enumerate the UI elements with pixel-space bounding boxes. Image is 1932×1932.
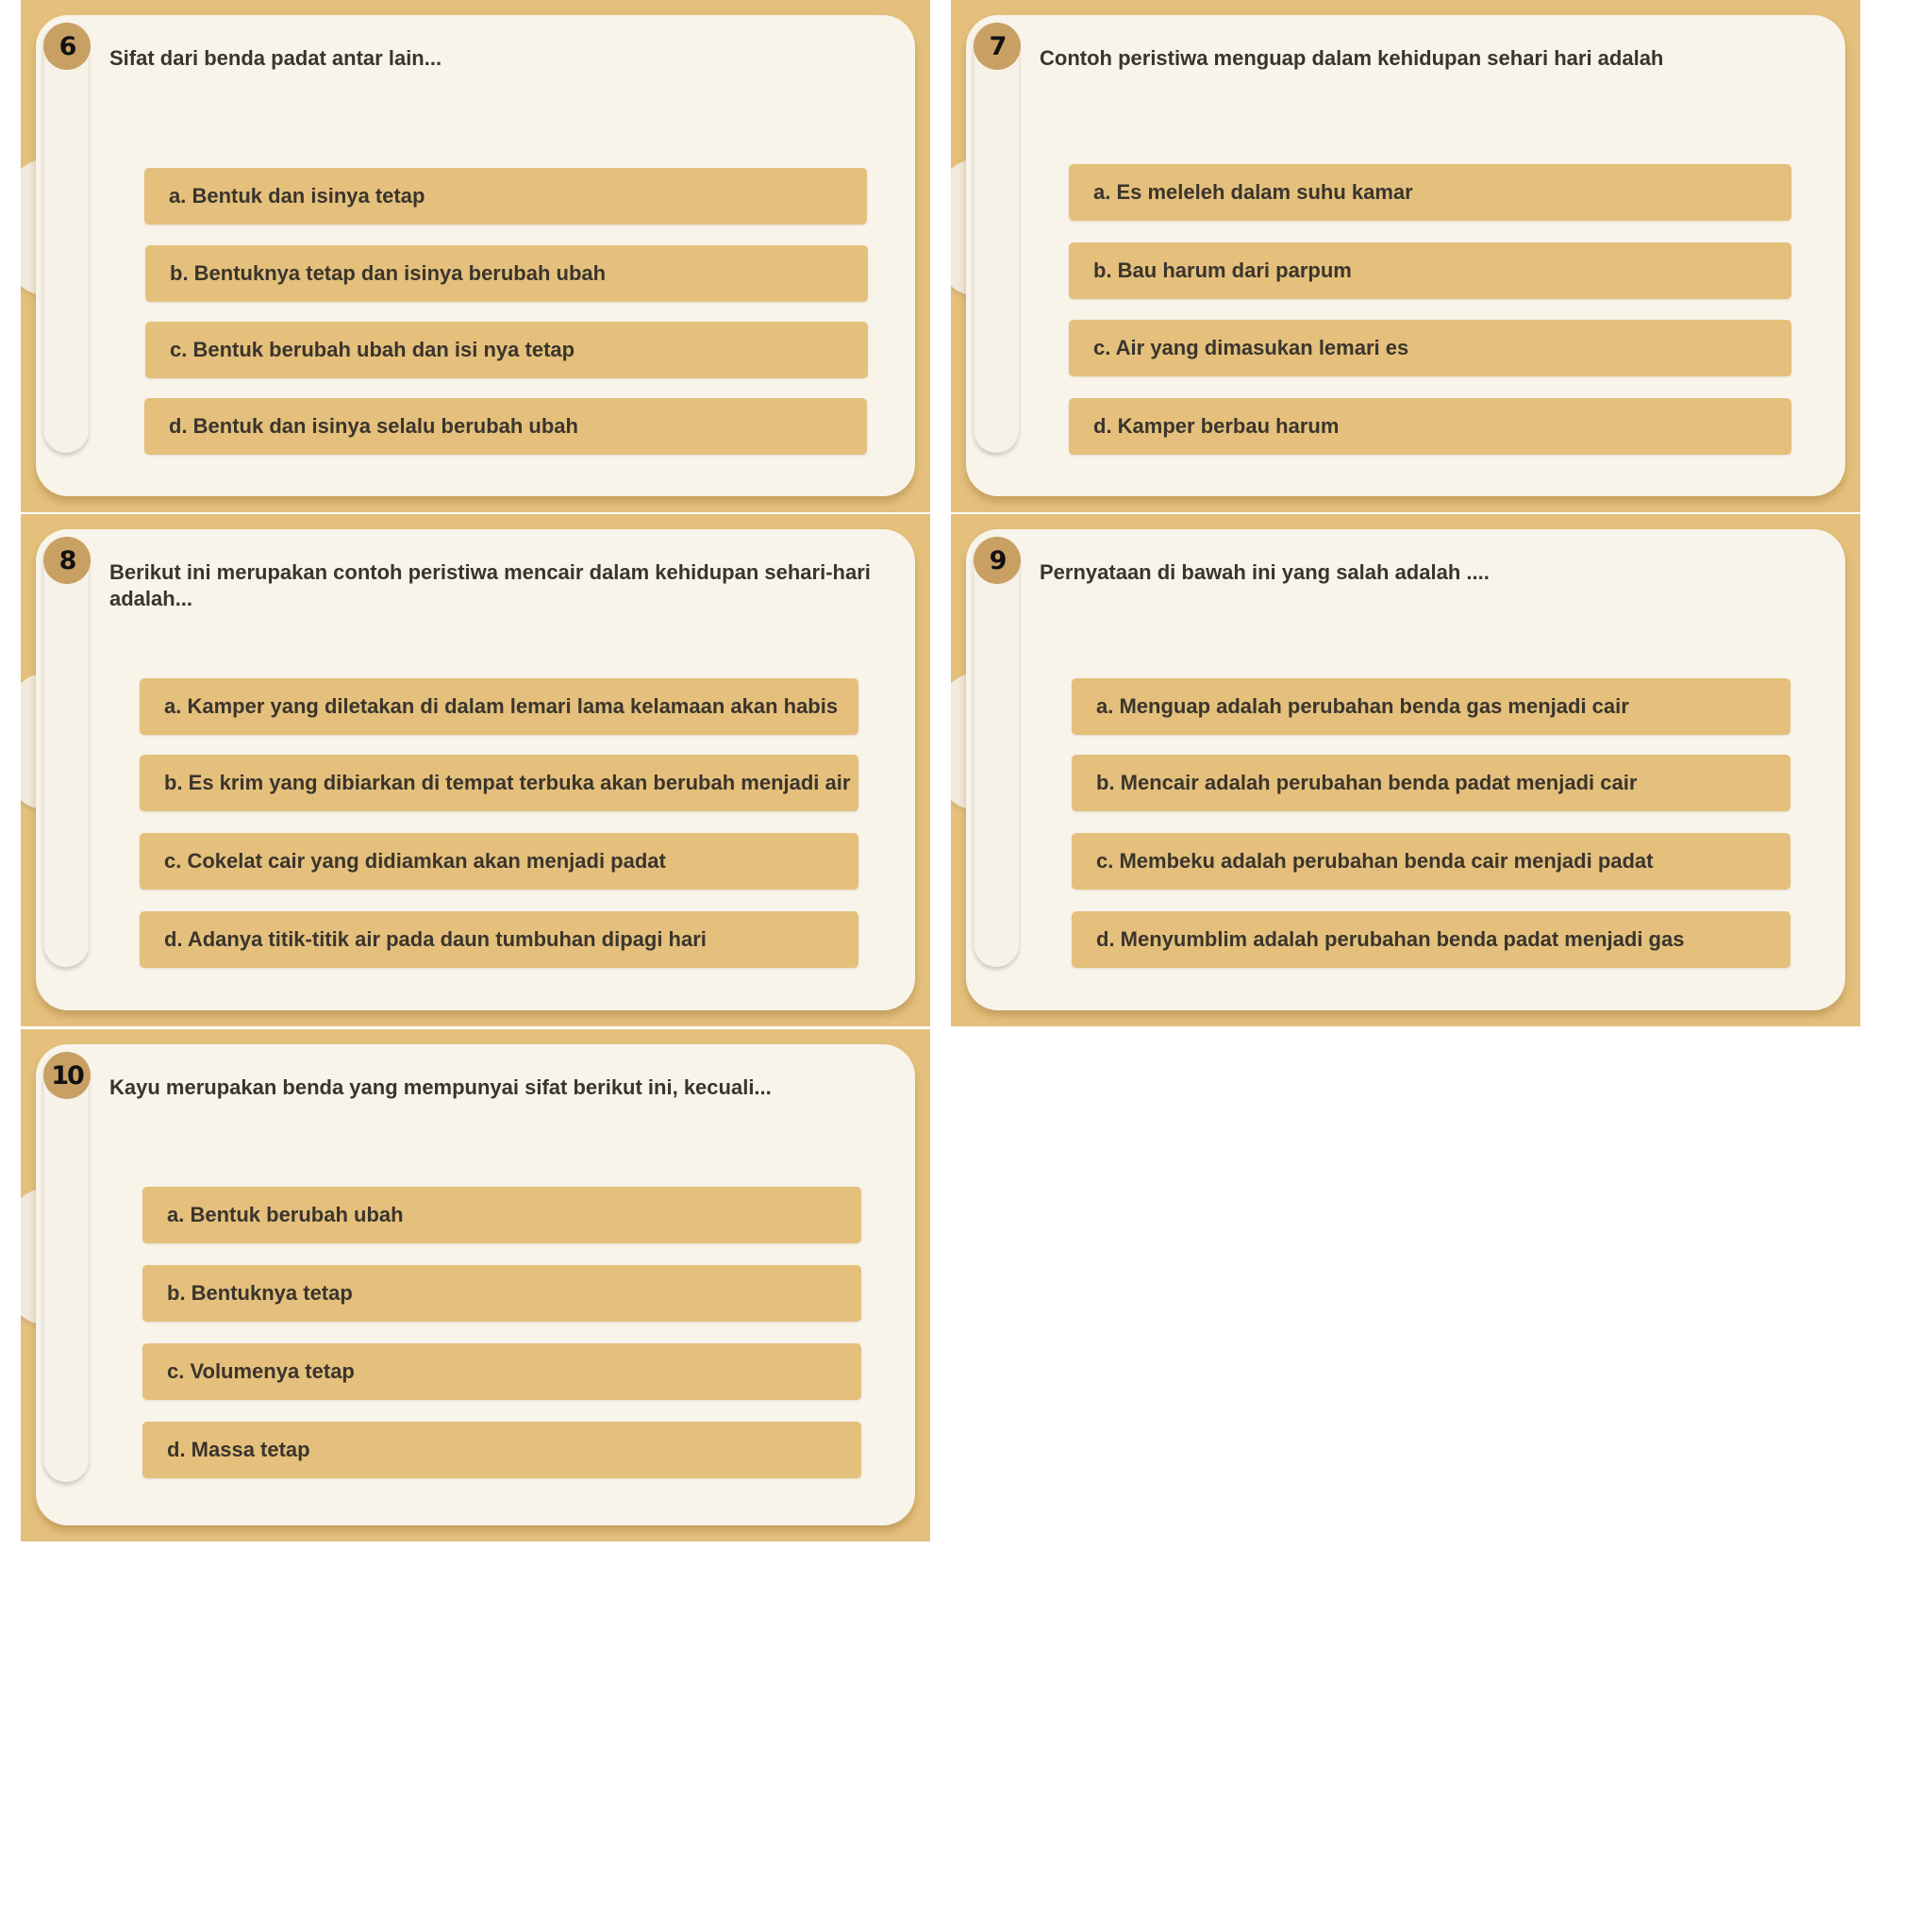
question-card: 7 Contoh peristiwa menguap dalam kehidup…	[966, 15, 1845, 496]
option-c-button[interactable]: c. Bentuk berubah ubah dan isi nya tetap	[145, 322, 868, 378]
question-card: 8 Berikut ini merupakan contoh peristiwa…	[36, 529, 915, 1010]
question-number-badge: 7	[974, 23, 1021, 70]
option-a-button[interactable]: a. Bentuk dan isinya tetap	[144, 168, 867, 225]
question-slide-6: 6 Sifat dari benda padat antar lain... a…	[21, 0, 930, 512]
option-d-button[interactable]: d. Massa tetap	[142, 1422, 861, 1478]
option-b-button[interactable]: b. Es krim yang dibiarkan di tempat terb…	[140, 755, 858, 811]
question-slide-8: 8 Berikut ini merupakan contoh peristiwa…	[21, 514, 930, 1026]
question-slide-7: 7 Contoh peristiwa menguap dalam kehidup…	[951, 0, 1860, 512]
option-a-button[interactable]: a. Bentuk berubah ubah	[142, 1187, 861, 1243]
question-number-badge: 10	[43, 1052, 91, 1099]
question-card: 9 Pernyataan di bawah ini yang salah ada…	[966, 529, 1845, 1010]
question-number-badge: 9	[974, 537, 1021, 584]
option-c-button[interactable]: c. Air yang dimasukan lemari es	[1069, 320, 1791, 376]
question-card: 10 Kayu merupakan benda yang mempunyai s…	[36, 1044, 915, 1525]
option-b-button[interactable]: b. Bau harum dari parpum	[1069, 242, 1791, 299]
option-c-button[interactable]: c. Cokelat cair yang didiamkan akan menj…	[140, 833, 858, 890]
option-b-button[interactable]: b. Mencair adalah perubahan benda padat …	[1072, 755, 1790, 811]
option-a-button[interactable]: a. Es meleleh dalam suhu kamar	[1069, 164, 1791, 221]
option-d-button[interactable]: d. Kamper berbau harum	[1069, 398, 1791, 455]
option-b-button[interactable]: b. Bentuknya tetap	[142, 1265, 861, 1322]
question-text: Berikut ini merupakan contoh peristiwa m…	[109, 560, 871, 610]
question-number-badge: 6	[43, 23, 91, 70]
option-a-button[interactable]: a. Menguap adalah perubahan benda gas me…	[1072, 678, 1790, 735]
card-spine-decoration	[974, 23, 1019, 453]
card-spine-decoration	[43, 537, 89, 967]
question-slide-10: 10 Kayu merupakan benda yang mempunyai s…	[21, 1029, 930, 1541]
option-b-button[interactable]: b. Bentuknya tetap dan isinya berubah ub…	[145, 245, 868, 302]
option-a-button[interactable]: a. Kamper yang diletakan di dalam lemari…	[140, 678, 858, 735]
card-spine-decoration	[974, 537, 1019, 967]
question-text: Kayu merupakan benda yang mempunyai sifa…	[109, 1075, 772, 1099]
question-card: 6 Sifat dari benda padat antar lain... a…	[36, 15, 915, 496]
question-slide-9: 9 Pernyataan di bawah ini yang salah ada…	[951, 514, 1860, 1026]
question-text: Sifat dari benda padat antar lain...	[109, 46, 442, 70]
card-spine-decoration	[43, 1052, 89, 1482]
option-c-button[interactable]: c. Membeku adalah perubahan benda cair m…	[1072, 833, 1790, 890]
question-text: Contoh peristiwa menguap dalam kehidupan…	[1040, 46, 1664, 70]
option-d-button[interactable]: d. Adanya titik-titik air pada daun tumb…	[140, 911, 858, 968]
option-c-button[interactable]: c. Volumenya tetap	[142, 1343, 861, 1400]
question-text: Pernyataan di bawah ini yang salah adala…	[1040, 560, 1490, 584]
option-d-button[interactable]: d. Menyumblim adalah perubahan benda pad…	[1072, 911, 1790, 968]
card-spine-decoration	[43, 23, 89, 453]
question-number-badge: 8	[43, 537, 91, 584]
option-d-button[interactable]: d. Bentuk dan isinya selalu berubah ubah	[144, 398, 867, 455]
